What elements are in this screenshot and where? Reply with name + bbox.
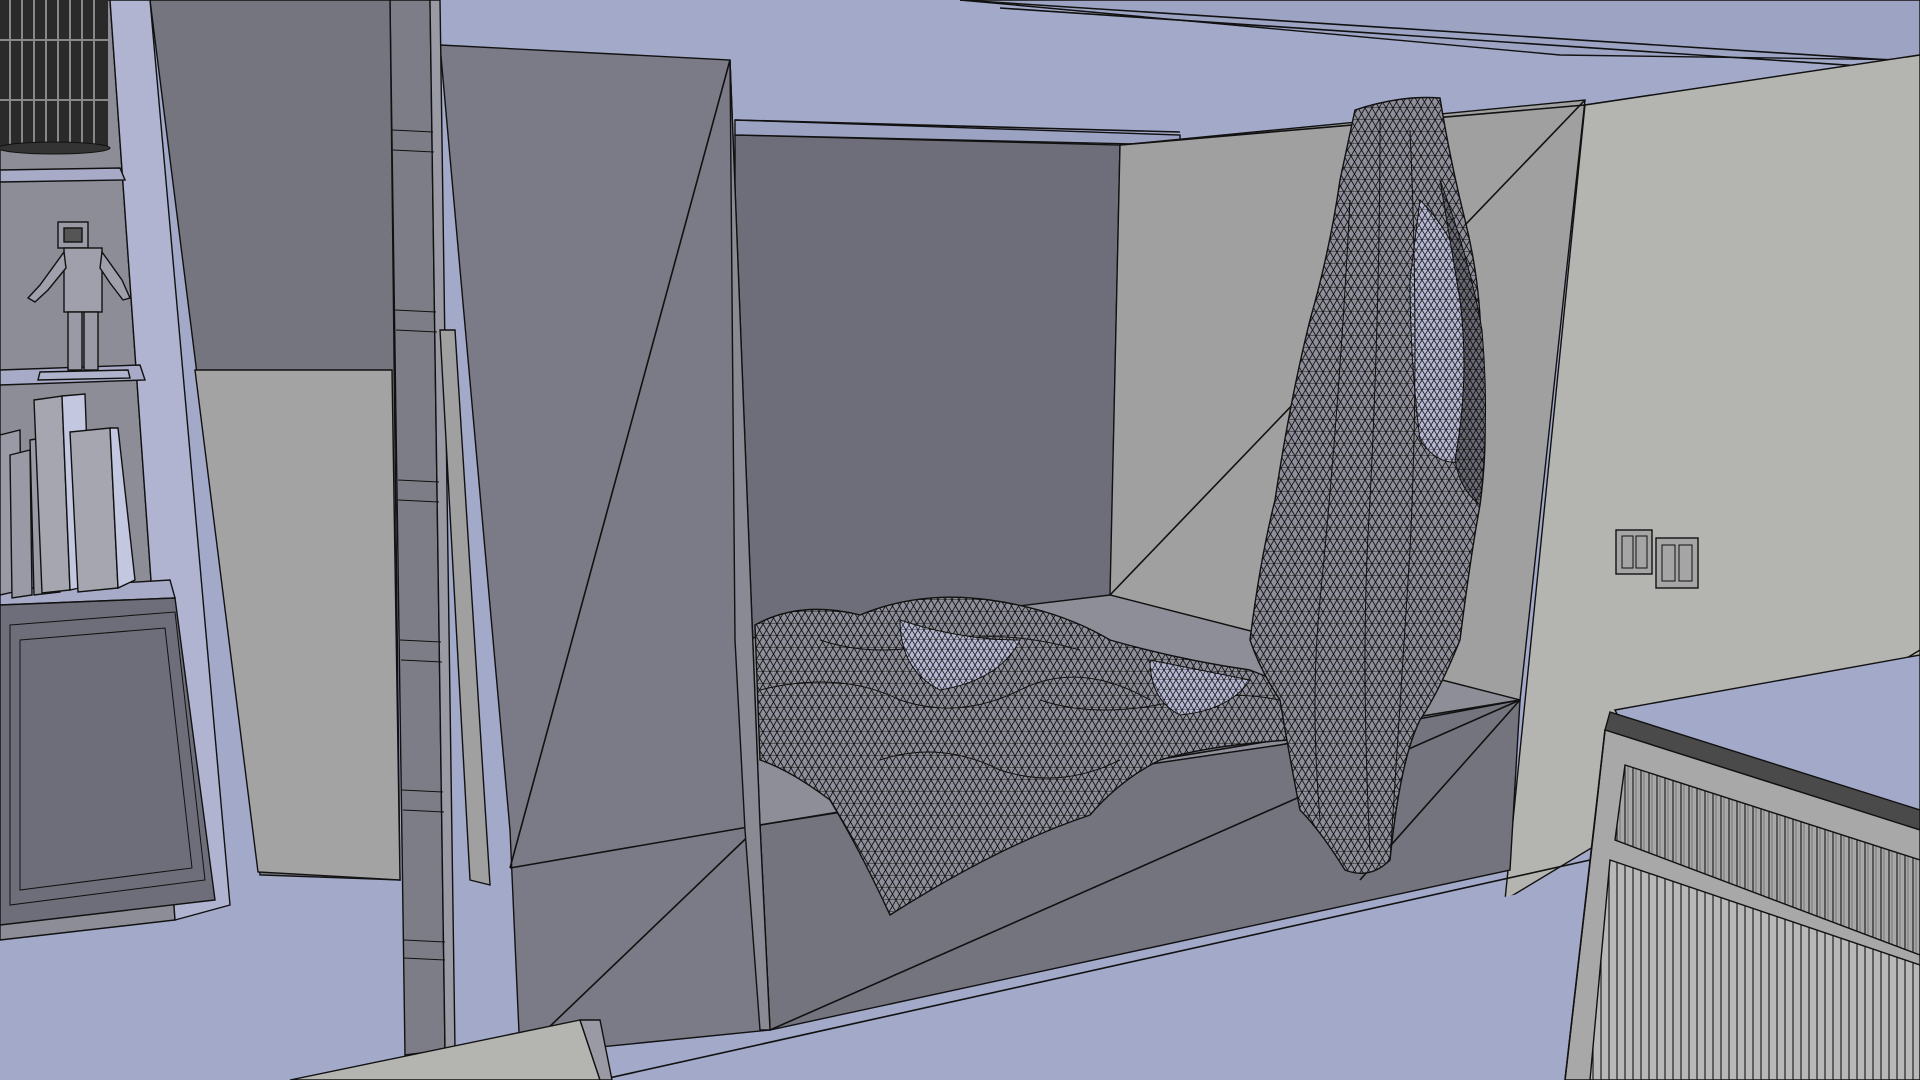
radiator-cabinet: [1564, 654, 1920, 1080]
scene-render: [0, 0, 1920, 1080]
3d-viewport[interactable]: [0, 0, 1920, 1080]
birdcage: [0, 0, 111, 155]
